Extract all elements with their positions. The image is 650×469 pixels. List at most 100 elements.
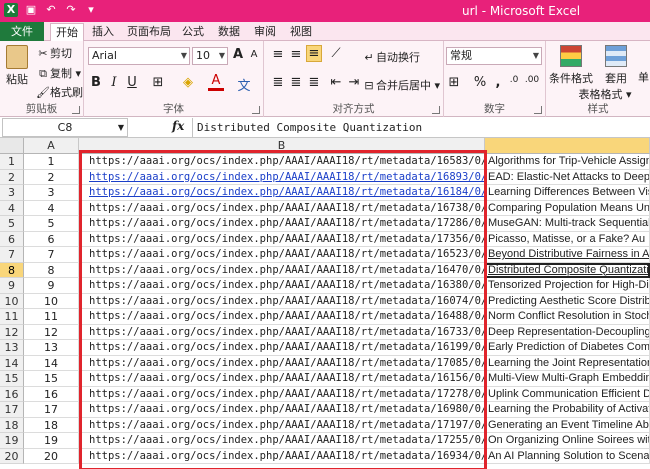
tab-review[interactable]: 审阅 xyxy=(250,23,280,41)
cell-a[interactable]: 19 xyxy=(24,433,79,449)
cell-a[interactable]: 12 xyxy=(24,324,79,340)
tab-formulas[interactable]: 公式 xyxy=(178,23,208,41)
cell-c-title[interactable]: Predicting Aesthetic Score Distrib xyxy=(485,293,650,309)
cell-a[interactable]: 1 xyxy=(24,154,79,170)
cell-c-title[interactable]: Deep Representation-Decoupling xyxy=(485,324,650,340)
cell-c-title[interactable]: Learning the Probability of Activat xyxy=(485,402,650,418)
cell-c-title[interactable]: Distributed Composite Quantizatio xyxy=(485,262,650,278)
align-middle-icon[interactable]: ≡ xyxy=(288,47,304,62)
redo-icon[interactable]: ↷ xyxy=(64,3,78,17)
column-header-c[interactable] xyxy=(485,138,650,154)
tab-file[interactable]: 文件 xyxy=(0,22,44,41)
excel-app-icon[interactable]: X xyxy=(4,3,18,17)
row-header[interactable]: 5 xyxy=(0,216,24,232)
fill-color-icon[interactable]: ◈ xyxy=(180,75,196,90)
cut-button[interactable]: ✂ 剪切 xyxy=(36,45,72,61)
cell-a[interactable]: 20 xyxy=(24,448,79,464)
format-as-table-button[interactable]: 套用 表格格式 ▾ xyxy=(578,45,636,102)
cell-b-url[interactable]: https://aaai.org/ocs/index.php/AAAI/AAAI… xyxy=(79,371,485,387)
phonetic-guide-icon[interactable]: 文 xyxy=(236,75,252,94)
tab-insert[interactable]: 插入 xyxy=(88,23,118,41)
font-color-icon[interactable]: A xyxy=(208,74,224,91)
row-header[interactable]: 6 xyxy=(0,231,24,247)
cell-a[interactable]: 5 xyxy=(24,216,79,232)
cell-a[interactable]: 17 xyxy=(24,402,79,418)
cell-b-url[interactable]: https://aaai.org/ocs/index.php/AAAI/AAAI… xyxy=(79,278,485,294)
cell-a[interactable]: 10 xyxy=(24,293,79,309)
alignment-launcher-icon[interactable] xyxy=(432,106,440,114)
cell-c-title[interactable]: Uplink Communication Efficient Di xyxy=(485,386,650,402)
cell-c-title[interactable]: An AI Planning Solution to Scenar xyxy=(485,448,650,464)
name-box[interactable]: C8 ▼ xyxy=(2,118,128,137)
cell-b-url[interactable]: https://aaai.org/ocs/index.php/AAAI/AAAI… xyxy=(79,216,485,232)
cell-a[interactable]: 3 xyxy=(24,185,79,201)
cell-a[interactable]: 2 xyxy=(24,169,79,185)
align-top-icon[interactable]: ≡ xyxy=(270,47,286,62)
row-header[interactable]: 14 xyxy=(0,355,24,371)
row-header[interactable]: 11 xyxy=(0,309,24,325)
wrap-text-button[interactable]: ↵ 自动换行 xyxy=(362,49,420,65)
cell-c-title[interactable]: Learning the Joint Representation xyxy=(485,355,650,371)
cell-c-title[interactable]: Beyond Distributive Fairness in Al xyxy=(485,247,650,263)
number-format-select[interactable]: 常规 ▼ xyxy=(446,47,542,65)
tab-home[interactable]: 开始 xyxy=(50,23,84,42)
font-size-select[interactable]: 10 ▼ xyxy=(192,47,228,65)
percent-button[interactable]: % xyxy=(472,75,488,90)
cell-c-title[interactable]: Tensorized Projection for High-Dir xyxy=(485,278,650,294)
column-header-a[interactable]: A xyxy=(24,138,79,154)
cell-c-title[interactable]: MuseGAN: Multi-track Sequential xyxy=(485,216,650,232)
accounting-format-icon[interactable]: ⊞ xyxy=(446,75,462,90)
orientation-icon[interactable]: ⟋ xyxy=(328,46,344,61)
cell-a[interactable]: 16 xyxy=(24,386,79,402)
cell-b-url[interactable]: https://aaai.org/ocs/index.php/AAAI/AAAI… xyxy=(79,154,485,170)
cell-b-url[interactable]: https://aaai.org/ocs/index.php/AAAI/AAAI… xyxy=(79,247,485,263)
cell-styles-button[interactable]: 单 xyxy=(638,69,649,85)
column-header-b[interactable]: B xyxy=(79,138,485,154)
cell-b-url[interactable]: https://aaai.org/ocs/index.php/AAAI/AAAI… xyxy=(79,185,485,201)
row-header[interactable]: 19 xyxy=(0,433,24,449)
row-header[interactable]: 4 xyxy=(0,200,24,216)
cell-c-title[interactable]: Learning Differences Between Vis xyxy=(485,185,650,201)
decrease-indent-icon[interactable]: ⇤ xyxy=(328,75,344,90)
row-header[interactable]: 15 xyxy=(0,371,24,387)
cell-c-title[interactable]: Generating an Event Timeline Abo xyxy=(485,417,650,433)
cell-a[interactable]: 7 xyxy=(24,247,79,263)
row-header[interactable]: 12 xyxy=(0,324,24,340)
cell-c-title[interactable]: EAD: Elastic-Net Attacks to Deep xyxy=(485,169,650,185)
cell-b-url[interactable]: https://aaai.org/ocs/index.php/AAAI/AAAI… xyxy=(79,309,485,325)
cell-b-url[interactable]: https://aaai.org/ocs/index.php/AAAI/AAAI… xyxy=(79,200,485,216)
decrease-decimal-icon[interactable]: .00 xyxy=(524,75,540,85)
row-header[interactable]: 13 xyxy=(0,340,24,356)
cell-b-url[interactable]: https://aaai.org/ocs/index.php/AAAI/AAAI… xyxy=(79,386,485,402)
cell-a[interactable]: 4 xyxy=(24,200,79,216)
cell-a[interactable]: 11 xyxy=(24,309,79,325)
cell-a[interactable]: 13 xyxy=(24,340,79,356)
cell-c-title[interactable]: Algorithms for Trip-Vehicle Assign xyxy=(485,154,650,170)
row-header[interactable]: 3 xyxy=(0,185,24,201)
insert-function-icon[interactable]: fx xyxy=(172,119,184,133)
row-header[interactable]: 2 xyxy=(0,169,24,185)
underline-button[interactable]: U xyxy=(124,75,140,90)
cell-a[interactable]: 14 xyxy=(24,355,79,371)
shrink-font-button[interactable]: A xyxy=(246,49,262,60)
customize-qat-icon[interactable]: ▾ xyxy=(84,3,98,17)
align-right-icon[interactable]: ≣ xyxy=(306,75,322,90)
cell-a[interactable]: 6 xyxy=(24,231,79,247)
cell-b-url[interactable]: https://aaai.org/ocs/index.php/AAAI/AAAI… xyxy=(79,355,485,371)
tab-page-layout[interactable]: 页面布局 xyxy=(124,23,174,41)
cell-b-url[interactable]: https://aaai.org/ocs/index.php/AAAI/AAAI… xyxy=(79,402,485,418)
cell-a[interactable]: 8 xyxy=(24,262,79,278)
increase-decimal-icon[interactable]: .0 xyxy=(506,75,522,85)
cell-b-url[interactable]: https://aaai.org/ocs/index.php/AAAI/AAAI… xyxy=(79,433,485,449)
cell-c-title[interactable]: Comparing Population Means Und xyxy=(485,200,650,216)
align-bottom-icon[interactable]: ≡ xyxy=(306,45,322,62)
conditional-formatting-button[interactable]: 条件格式 xyxy=(548,45,594,86)
cell-b-url[interactable]: https://aaai.org/ocs/index.php/AAAI/AAAI… xyxy=(79,293,485,309)
increase-indent-icon[interactable]: ⇥ xyxy=(346,75,362,90)
row-header[interactable]: 9 xyxy=(0,278,24,294)
row-header[interactable]: 17 xyxy=(0,402,24,418)
cell-b-url[interactable]: https://aaai.org/ocs/index.php/AAAI/AAAI… xyxy=(79,169,485,185)
cell-b-url[interactable]: https://aaai.org/ocs/index.php/AAAI/AAAI… xyxy=(79,231,485,247)
save-icon[interactable]: ▣ xyxy=(24,3,38,17)
row-header[interactable]: 18 xyxy=(0,417,24,433)
